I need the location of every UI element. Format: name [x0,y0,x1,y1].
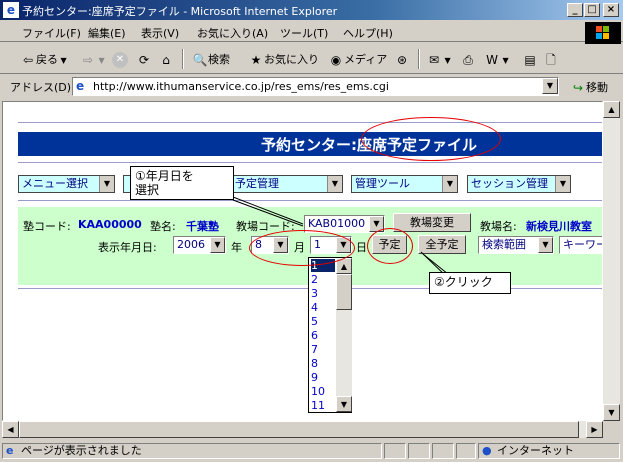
menu-edit[interactable]: 編集(E) [88,25,126,41]
favorites-folder-icon: ★ [250,53,262,67]
print-button[interactable]: ⎙ [460,51,476,69]
status-bar: e ページが表示されました ● インターネット [0,440,623,462]
mail-button[interactable]: ✉ ▼ [426,51,451,69]
annotation-circle-schedule [367,228,413,264]
go-button[interactable]: ↪ 移動 [570,79,608,96]
menu-bar: ファイル(F) 編集(E) 表示(V) お気に入り(A) ツール(T) ヘルプ(… [0,21,623,42]
discuss-button[interactable]: ▤ [522,51,538,69]
history-icon: ⊛ [396,53,408,67]
annotation-circle-title [361,117,501,161]
status-zone: ● インターネット [478,443,620,459]
media-icon: ◉ [330,53,342,67]
scroll-down-icon[interactable]: ▼ [603,404,620,421]
window-title: 予約センター:座席予定ファイル - Microsoft Internet Exp… [22,5,338,18]
status-pane [408,443,430,459]
back-arrow-icon: ⇦ [22,53,34,67]
home-button[interactable]: ⌂ [158,51,174,69]
mail-icon: ✉ [428,53,440,67]
minimize-button[interactable]: _ [567,3,583,17]
menu-help[interactable]: ヘルプ(H) [343,25,393,41]
scroll-left-icon[interactable]: ◀ [2,421,19,438]
address-dropdown-button[interactable]: ▼ [542,78,558,94]
address-input[interactable]: e http://www.ithumanservice.co.jp/res_em… [72,77,559,96]
vertical-scrollbar[interactable]: ▲ ▼ [603,101,620,421]
ie-icon: e [3,2,19,18]
toolbar-separator [418,49,420,69]
close-button[interactable]: × [603,3,619,17]
menu-tools[interactable]: ツール(T) [280,25,328,41]
scroll-thumb[interactable] [19,421,579,438]
title-bar: e 予約センター:座席予定ファイル - Microsoft Internet E… [0,0,623,20]
forward-button[interactable]: ⇨ ▼ [80,51,105,69]
research-icon: 🗋 [546,53,556,67]
word-icon: W [486,53,498,67]
search-button[interactable]: 🔍検索 [192,51,230,69]
scroll-up-icon[interactable]: ▲ [603,101,620,118]
annotation-circle-date [249,230,355,266]
research-button[interactable]: 🗋 [543,51,559,69]
page-icon: e [76,79,85,93]
menu-file[interactable]: ファイル(F) [22,25,81,41]
maximize-button[interactable]: □ [584,3,600,17]
status-pane [384,443,406,459]
address-label: アドレス(D) [10,81,72,94]
menu-view[interactable]: 表示(V) [141,25,179,41]
status-pane [432,443,454,459]
status-message: e ページが表示されました [2,443,382,459]
media-button[interactable]: ◉ メディア [328,51,387,69]
back-button[interactable]: ⇦ 戻る ▼ [20,51,67,69]
horizontal-scrollbar[interactable]: ◀ ▶ [2,421,603,438]
status-pane [456,443,476,459]
search-icon: 🔍 [192,53,208,67]
scroll-right-icon[interactable]: ▶ [586,421,603,438]
callout-click: ②クリック [429,272,511,294]
callout-select-date: ①年月日を 選択 [130,166,234,200]
windows-logo [585,22,621,44]
discuss-icon: ▤ [524,53,536,67]
globe-icon: ● [482,444,492,457]
stop-icon: ✕ [112,52,128,68]
go-arrow-icon: ↪ [572,81,584,95]
printer-icon: ⎙ [463,53,473,67]
windows-flag-icon [596,26,610,39]
toolbar-separator [182,49,184,69]
address-url: http://www.ithumanservice.co.jp/res_ems/… [93,80,389,93]
stop-button[interactable]: ✕ [112,51,128,69]
favorites-button[interactable]: ★ お気に入り [248,51,319,69]
home-icon: ⌂ [162,53,170,67]
refresh-button[interactable]: ⟳ [136,51,152,69]
menu-favorites[interactable]: お気に入り(A) [197,25,268,41]
refresh-icon: ⟳ [138,53,150,67]
toolbar: ⇦ 戻る ▼ ⇨ ▼ ✕ ⟳ ⌂ 🔍検索 ★ お気に入り ◉ メディア ⊛ ✉ ▼ ⎙… [0,44,623,74]
page-icon: e [6,444,14,457]
page-content: 予約センター:座席予定ファイル メニュー選択 ▼ 予定管理 ▼ 管理ツール ▼ セッシ… [2,101,603,421]
history-button[interactable]: ⊛ [394,51,410,69]
edit-button[interactable]: W ▼ [484,51,509,69]
forward-arrow-icon: ⇨ [82,53,94,67]
